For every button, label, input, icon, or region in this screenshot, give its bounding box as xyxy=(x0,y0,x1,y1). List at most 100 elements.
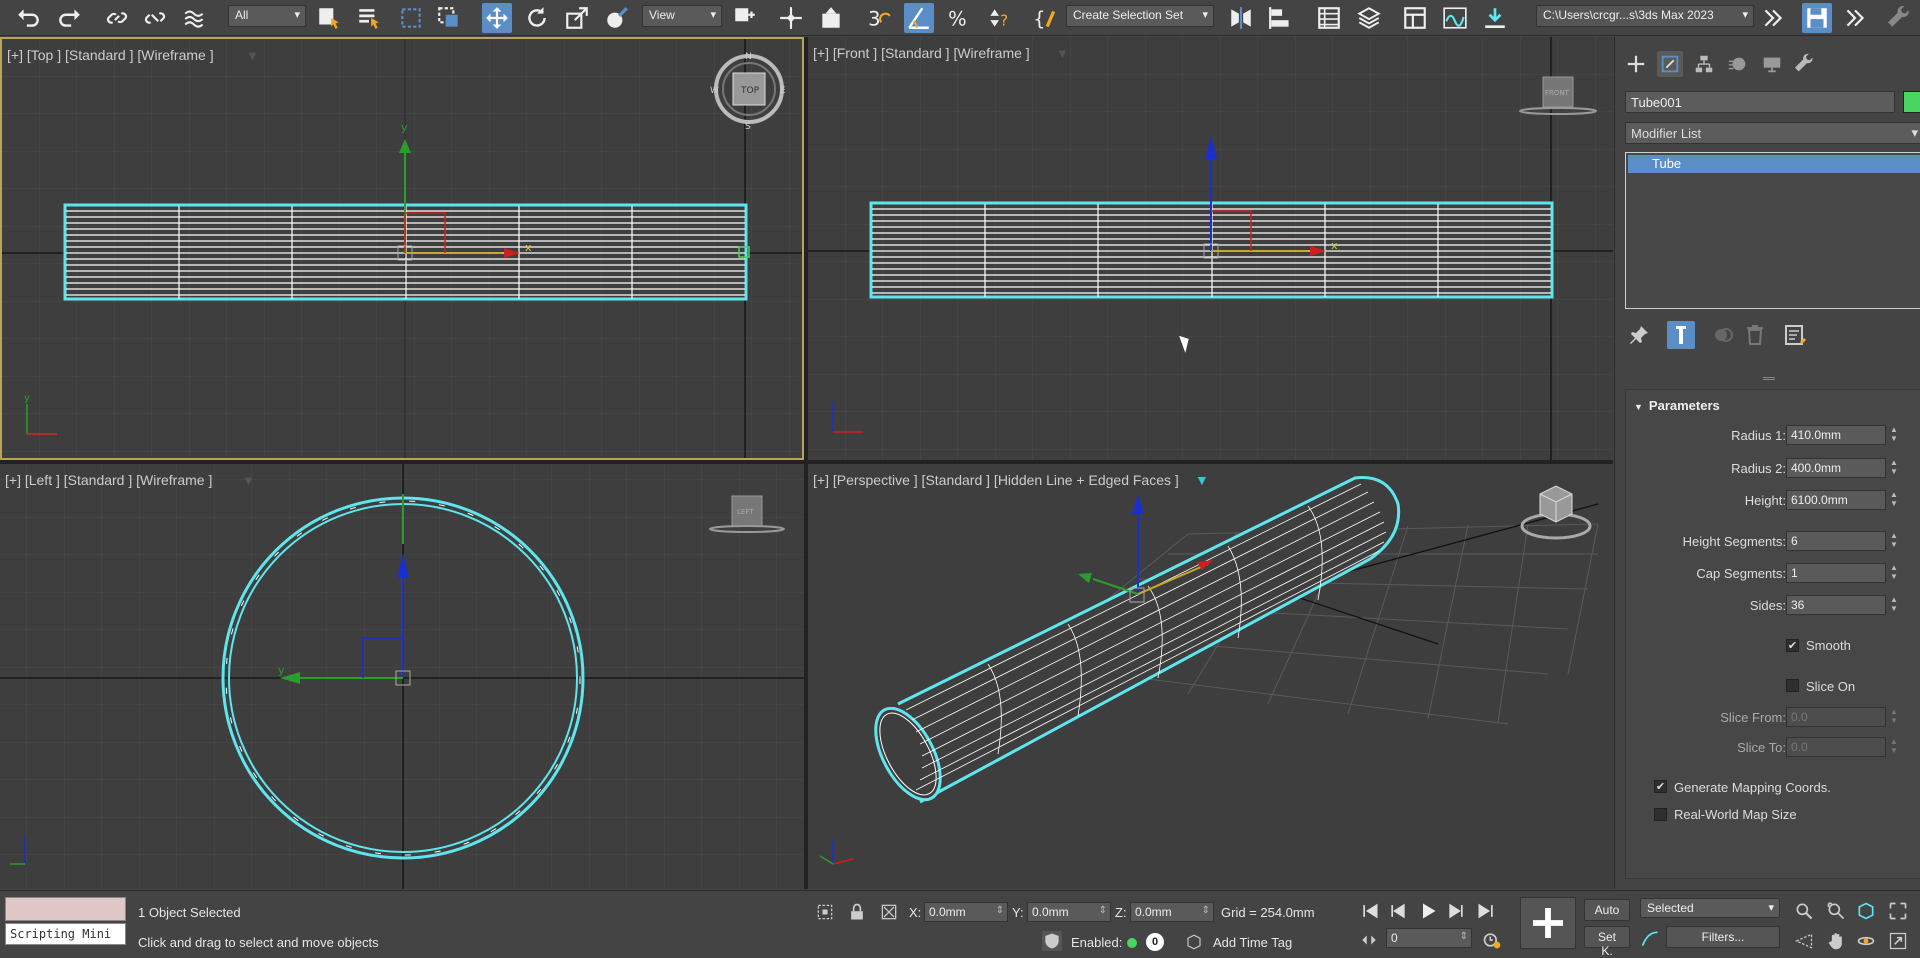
more-tools-icon[interactable] xyxy=(1758,3,1788,33)
pin-stack-icon[interactable] xyxy=(1625,321,1653,349)
real-world-map-checkbox[interactable] xyxy=(1654,808,1667,821)
keyboard-shortcut-override-icon[interactable] xyxy=(816,3,846,33)
play-icon[interactable] xyxy=(1416,899,1440,923)
viewport-left[interactable]: [+] [Left ] [Standard ] [Wireframe ] y L… xyxy=(0,464,804,889)
zoom-all-icon[interactable] xyxy=(1826,901,1846,921)
sides-spinner[interactable]: Sides: 36 ▲ ▼ xyxy=(1626,595,1920,615)
viewport-perspective[interactable]: [+] [Perspective ] [Standard ] [Hidden L… xyxy=(808,464,1613,889)
toggle-ribbon-icon[interactable] xyxy=(1400,3,1430,33)
zoom-extents-all-icon[interactable] xyxy=(1888,901,1908,921)
show-end-result-icon[interactable] xyxy=(1667,321,1695,349)
time-slider-config-icon[interactable] xyxy=(1481,929,1503,951)
add-time-tag-button[interactable]: Add Time Tag xyxy=(1213,935,1292,950)
viewport-filter-icon[interactable]: ▼ xyxy=(1195,472,1209,488)
toolbar-overflow-icon[interactable] xyxy=(1840,3,1870,33)
absolute-mode-icon[interactable] xyxy=(878,901,900,923)
time-configuration-icon[interactable] xyxy=(1360,931,1378,949)
isolate-selection-icon[interactable] xyxy=(814,901,836,923)
mirror-icon[interactable] xyxy=(1226,3,1256,33)
remove-modifier-icon[interactable] xyxy=(1741,321,1769,349)
window-crossing-icon[interactable] xyxy=(434,3,464,33)
modifier-stack[interactable]: Tube xyxy=(1625,152,1920,309)
project-folder-dropdown[interactable]: C:\Users\crcgr...s\3ds Max 2023 xyxy=(1536,5,1754,27)
snaps-toggle-icon[interactable]: 3 xyxy=(864,3,894,33)
save-file-icon[interactable] xyxy=(1802,3,1832,33)
object-color-swatch[interactable] xyxy=(1903,91,1920,113)
enabled-indicator[interactable] xyxy=(1127,938,1137,948)
maxscript-listener-output[interactable] xyxy=(5,897,126,921)
slice-on-checkbox[interactable] xyxy=(1786,679,1799,692)
angle-snap-icon[interactable] xyxy=(904,3,934,33)
next-frame-icon[interactable] xyxy=(1446,901,1466,921)
utilities-tab-icon[interactable] xyxy=(1793,51,1819,77)
go-to-start-icon[interactable] xyxy=(1360,901,1380,921)
lock-selection-icon[interactable] xyxy=(846,901,868,923)
adaptive-degradation-icon[interactable] xyxy=(1042,931,1062,951)
default-in-out-tangents-icon[interactable] xyxy=(1640,929,1660,949)
rotate-icon[interactable] xyxy=(522,3,552,33)
pivot-center-icon[interactable] xyxy=(730,3,760,33)
viewport-front[interactable]: [+] [Front ] [Standard ] [Wireframe ] x … xyxy=(808,37,1613,460)
viewport-label[interactable]: [+] [Left ] [Standard ] [Wireframe ] xyxy=(5,472,212,488)
redo-icon[interactable] xyxy=(54,3,84,33)
select-by-name-icon[interactable] xyxy=(354,3,384,33)
scale-icon[interactable] xyxy=(562,3,592,33)
modifier-stack-item[interactable]: Tube xyxy=(1628,155,1920,173)
scene-explorer-icon[interactable] xyxy=(1314,3,1344,33)
y-coordinate-field[interactable]: 0.0mm xyxy=(1027,902,1111,922)
viewport-filter-icon[interactable]: ▼ xyxy=(1056,46,1069,61)
go-to-end-icon[interactable] xyxy=(1476,901,1496,921)
smooth-checkbox[interactable]: ✔ xyxy=(1786,639,1799,652)
height-spinner[interactable]: Height: 6100.0mm ▲ ▼ xyxy=(1626,490,1920,510)
link-icon[interactable] xyxy=(102,3,132,33)
zoom-extents-icon[interactable] xyxy=(1856,901,1876,921)
viewport-label[interactable]: [+] [Front ] [Standard ] [Wireframe ] xyxy=(813,45,1030,61)
curve-editor-icon[interactable] xyxy=(1440,3,1470,33)
auto-key-button[interactable]: Auto xyxy=(1584,899,1630,921)
previous-frame-icon[interactable] xyxy=(1388,901,1408,921)
place-icon[interactable] xyxy=(602,3,632,33)
hierarchy-tab-icon[interactable] xyxy=(1691,51,1717,77)
unlink-icon[interactable] xyxy=(140,3,170,33)
percent-snap-icon[interactable]: % xyxy=(944,3,974,33)
pan-view-icon[interactable] xyxy=(1826,931,1846,951)
maxscript-mini-listener[interactable]: Scripting Mini xyxy=(5,923,126,945)
rect-selection-icon[interactable] xyxy=(396,3,426,33)
set-key-icon[interactable] xyxy=(1520,897,1576,949)
align-icon[interactable] xyxy=(1266,3,1296,33)
time-tag-icon[interactable] xyxy=(1185,933,1203,951)
reference-coord-dropdown[interactable]: View xyxy=(642,5,722,27)
make-unique-icon[interactable] xyxy=(1709,321,1737,349)
generate-mapping-checkbox[interactable]: ✔ xyxy=(1654,780,1667,793)
slice-from-spinner[interactable]: Slice From: 0.0 ▲ ▼ xyxy=(1626,707,1920,727)
display-tab-icon[interactable] xyxy=(1759,51,1785,77)
radius2-spinner[interactable]: Radius 2: 400.0mm ▲ ▼ xyxy=(1626,458,1920,478)
move-icon[interactable] xyxy=(482,3,512,33)
orbit-icon[interactable] xyxy=(1856,931,1876,951)
maximize-viewport-icon[interactable] xyxy=(1888,931,1908,951)
viewport-top[interactable]: [+] [Top ] [Standard ] [Wireframe ] x y … xyxy=(0,37,804,460)
modify-tab-icon[interactable] xyxy=(1657,51,1683,77)
zoom-icon[interactable] xyxy=(1794,901,1814,921)
bind-spacewarp-icon[interactable] xyxy=(180,3,210,33)
select-manipulate-icon[interactable] xyxy=(776,3,806,33)
radius1-spinner[interactable]: Radius 1: 410.0mm ▲ ▼ xyxy=(1626,425,1920,445)
edit-named-selection-icon[interactable]: { xyxy=(1030,3,1060,33)
z-coordinate-field[interactable]: 0.0mm xyxy=(1130,902,1214,922)
height-segments-spinner[interactable]: Height Segments: 6 ▲ ▼ xyxy=(1626,531,1920,551)
viewport-label[interactable]: [+] [Perspective ] [Standard ] [Hidden L… xyxy=(813,472,1179,488)
wrench-icon[interactable] xyxy=(1886,3,1916,33)
select-object-icon[interactable] xyxy=(314,3,344,33)
named-selection-dropdown[interactable]: Create Selection Set xyxy=(1066,5,1214,27)
selection-filter-dropdown[interactable]: All xyxy=(228,5,306,27)
cap-segments-spinner[interactable]: Cap Segments: 1 ▲ ▼ xyxy=(1626,563,1920,583)
schematic-view-icon[interactable] xyxy=(1480,3,1510,33)
spinner-snap-icon[interactable]: ? xyxy=(984,3,1014,33)
field-of-view-icon[interactable] xyxy=(1794,931,1814,951)
layer-explorer-icon[interactable] xyxy=(1354,3,1384,33)
create-tab-icon[interactable] xyxy=(1623,51,1649,77)
key-filters-button[interactable]: Filters... xyxy=(1666,926,1780,948)
viewport-label[interactable]: [+] [Top ] [Standard ] [Wireframe ] xyxy=(7,47,214,63)
set-key-mode-button[interactable]: Set K. xyxy=(1584,926,1630,958)
modifier-list-dropdown[interactable]: Modifier List xyxy=(1625,122,1920,144)
